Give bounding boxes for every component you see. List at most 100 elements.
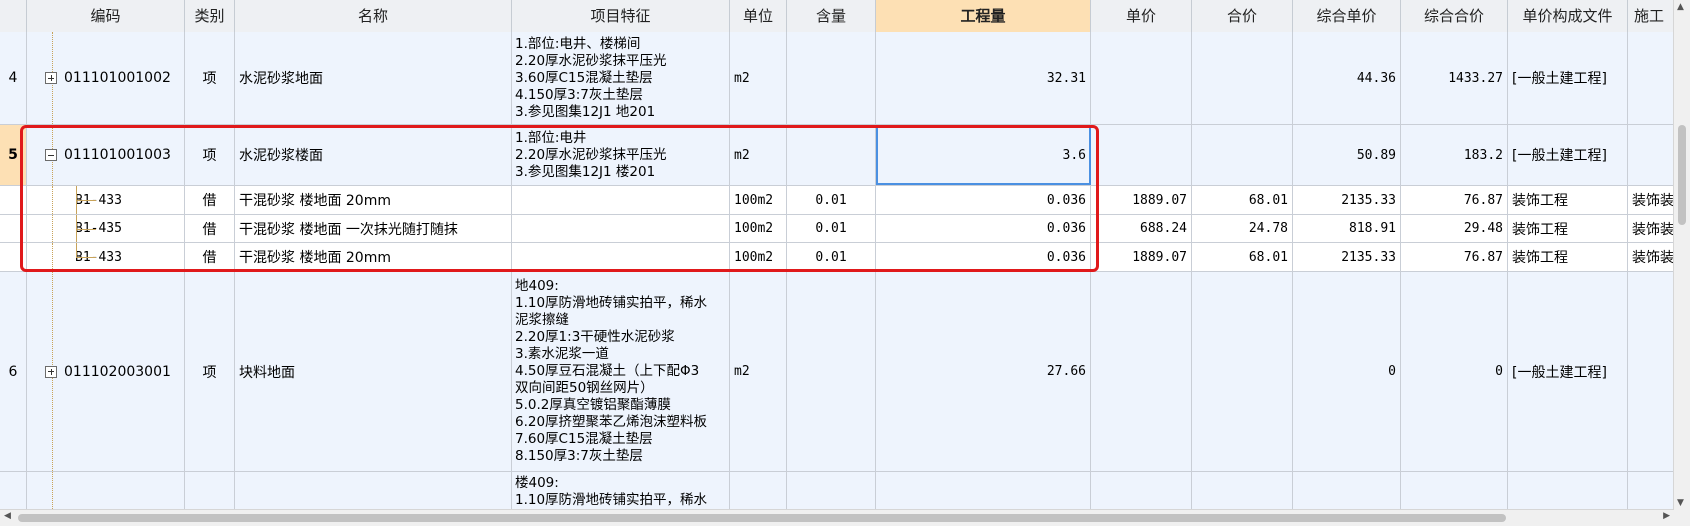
table-row[interactable]: 4 011101001002 项水泥砂浆地面 1.部位:电井、楼梯间 2.20厚水泥砂浆…: [0, 32, 1690, 125]
feature-cell[interactable]: [512, 243, 730, 271]
construction-cell[interactable]: [1628, 472, 1674, 511]
feature-cell[interactable]: 楼409: 1.10厚防滑地砖铺实拍平，稀水: [512, 472, 730, 511]
code-cell[interactable]: 011101001003: [27, 125, 185, 185]
row-number[interactable]: 6: [0, 272, 27, 471]
name-cell[interactable]: [235, 472, 512, 511]
total-cell[interactable]: 68.01: [1192, 186, 1293, 214]
scroll-down-arrow-icon[interactable]: ▼: [1677, 498, 1684, 508]
content-cell[interactable]: [787, 272, 876, 471]
construction-cell[interactable]: 装饰装: [1628, 215, 1674, 242]
header-unit-price[interactable]: 单价: [1091, 0, 1192, 32]
price-file-cell[interactable]: 装饰工程: [1508, 243, 1628, 271]
unit-cell[interactable]: 100m2: [730, 243, 787, 271]
type-cell[interactable]: 借: [185, 215, 235, 242]
header-quantity[interactable]: 工程量: [876, 0, 1091, 32]
type-cell[interactable]: [185, 472, 235, 511]
name-cell[interactable]: 干混砂浆 楼地面 一次抹光随打随抹: [235, 215, 512, 242]
total-cell[interactable]: 24.78: [1192, 215, 1293, 242]
name-cell[interactable]: 水泥砂浆楼面: [235, 125, 512, 185]
construction-cell[interactable]: 装饰装: [1628, 243, 1674, 271]
total-cell[interactable]: [1192, 125, 1293, 185]
sub-item-row[interactable]: B1-433 借干混砂浆 楼地面 20mm 100m2 0.01 0.036 1889.0…: [0, 243, 1690, 272]
type-cell[interactable]: 项: [185, 272, 235, 471]
row-number[interactable]: [0, 243, 27, 271]
code-cell[interactable]: 011102003001: [27, 272, 185, 471]
content-cell[interactable]: [787, 472, 876, 511]
type-cell[interactable]: 借: [185, 243, 235, 271]
table-row[interactable]: 6 011102003001 项块料地面 地409: 1.10厚防滑地砖铺实拍平，稀水泥…: [0, 272, 1690, 472]
header-total-price[interactable]: 合价: [1192, 0, 1293, 32]
unit-cell[interactable]: 100m2: [730, 215, 787, 242]
content-cell[interactable]: 0.01: [787, 243, 876, 271]
expand-icon[interactable]: [45, 72, 57, 84]
header-feature[interactable]: 项目特征: [512, 0, 730, 32]
comp-price-cell[interactable]: 2135.33: [1293, 186, 1401, 214]
horizontal-scroll-thumb[interactable]: [18, 514, 1506, 522]
table-row[interactable]: 楼409: 1.10厚防滑地砖铺实拍平，稀水: [0, 472, 1690, 512]
price-cell[interactable]: [1091, 272, 1192, 471]
sub-item-row[interactable]: B1-433 借干混砂浆 楼地面 20mm 100m2 0.01 0.036 1889.0…: [0, 186, 1690, 215]
header-code[interactable]: 编码: [27, 0, 185, 32]
unit-cell[interactable]: m2: [730, 125, 787, 185]
price-file-cell[interactable]: [一般土建工程]: [1508, 272, 1628, 471]
header-construction[interactable]: 施工: [1628, 0, 1674, 32]
header-unit[interactable]: 单位: [730, 0, 787, 32]
code-cell[interactable]: B1-433: [27, 186, 185, 214]
total-cell[interactable]: [1192, 272, 1293, 471]
name-cell[interactable]: 干混砂浆 楼地面 20mm: [235, 186, 512, 214]
content-cell[interactable]: 0.01: [787, 215, 876, 242]
comp-total-cell[interactable]: 76.87: [1401, 186, 1508, 214]
vertical-scroll-thumb[interactable]: [1678, 125, 1686, 225]
comp-price-cell[interactable]: 2135.33: [1293, 243, 1401, 271]
header-comprehensive-total[interactable]: 综合合价: [1401, 0, 1508, 32]
comp-total-cell[interactable]: 0: [1401, 272, 1508, 471]
feature-cell[interactable]: 地409: 1.10厚防滑地砖铺实拍平，稀水 泥浆擦缝 2.20厚1:3干硬性水泥砂浆…: [512, 272, 730, 471]
row-number[interactable]: [0, 215, 27, 242]
code-cell[interactable]: B1-435: [27, 215, 185, 242]
collapse-icon[interactable]: [45, 149, 57, 161]
row-number[interactable]: [0, 472, 27, 511]
total-cell[interactable]: 68.01: [1192, 243, 1293, 271]
content-cell[interactable]: 0.01: [787, 186, 876, 214]
price-cell[interactable]: 688.24: [1091, 215, 1192, 242]
comp-total-cell[interactable]: 183.2: [1401, 125, 1508, 185]
construction-cell[interactable]: [1628, 32, 1674, 124]
comp-total-cell[interactable]: 76.87: [1401, 243, 1508, 271]
comp-price-cell[interactable]: 0: [1293, 272, 1401, 471]
comp-price-cell[interactable]: 44.36: [1293, 32, 1401, 124]
type-cell[interactable]: 项: [185, 125, 235, 185]
qty-cell[interactable]: 3.6: [876, 125, 1091, 185]
feature-cell[interactable]: [512, 186, 730, 214]
price-file-cell[interactable]: [一般土建工程]: [1508, 32, 1628, 124]
price-cell[interactable]: [1091, 125, 1192, 185]
type-cell[interactable]: 项: [185, 32, 235, 124]
feature-cell[interactable]: [512, 215, 730, 242]
qty-cell[interactable]: 0.036: [876, 215, 1091, 242]
total-cell[interactable]: [1192, 32, 1293, 124]
price-file-cell[interactable]: 装饰工程: [1508, 215, 1628, 242]
content-cell[interactable]: [787, 125, 876, 185]
construction-cell[interactable]: 装饰装: [1628, 186, 1674, 214]
sub-item-row[interactable]: B1-435 借干混砂浆 楼地面 一次抹光随打随抹 100m2 0.01 0.036 68…: [0, 215, 1690, 243]
unit-cell[interactable]: m2: [730, 32, 787, 124]
header-type[interactable]: 类别: [185, 0, 235, 32]
price-cell[interactable]: [1091, 32, 1192, 124]
comp-price-cell[interactable]: 818.91: [1293, 215, 1401, 242]
header-price-file[interactable]: 单价构成文件: [1508, 0, 1628, 32]
table-row[interactable]: 5 011101001003 项水泥砂浆楼面 1.部位:电井 2.20厚水泥砂浆抹平压光…: [0, 125, 1690, 186]
vertical-scrollbar[interactable]: ▲ ▼: [1673, 0, 1690, 510]
price-file-cell[interactable]: [1508, 472, 1628, 511]
code-cell[interactable]: 011101001002: [27, 32, 185, 124]
price-cell[interactable]: 1889.07: [1091, 186, 1192, 214]
scroll-up-arrow-icon[interactable]: ▲: [1677, 2, 1684, 12]
comp-total-cell[interactable]: 29.48: [1401, 215, 1508, 242]
code-cell[interactable]: B1-433: [27, 243, 185, 271]
unit-cell[interactable]: [730, 472, 787, 511]
qty-cell[interactable]: 27.66: [876, 272, 1091, 471]
total-cell[interactable]: [1192, 472, 1293, 511]
type-cell[interactable]: 借: [185, 186, 235, 214]
qty-cell[interactable]: 0.036: [876, 243, 1091, 271]
feature-cell[interactable]: 1.部位:电井、楼梯间 2.20厚水泥砂浆抹平压光 3.60厚C15混凝土垫层 4.1…: [512, 32, 730, 124]
row-number[interactable]: 4: [0, 32, 27, 124]
qty-cell[interactable]: 0.036: [876, 186, 1091, 214]
